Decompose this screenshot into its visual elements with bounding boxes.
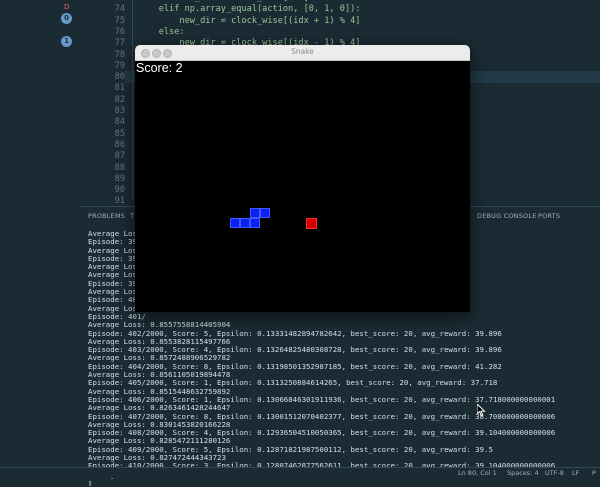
line-number: 89 [114, 173, 125, 184]
score-label: Score: 2 [136, 61, 183, 75]
line-number: 82 [114, 94, 125, 105]
line-number: 76 [114, 26, 125, 37]
encoding[interactable]: UTF-8 [545, 469, 564, 477]
tab-problems[interactable]: PROBLEMS [88, 212, 125, 220]
line-number-gutter: 7374757677787980818283848586878889909192 [80, 0, 125, 218]
line-number: 86 [114, 139, 125, 150]
snake-segment [260, 208, 270, 218]
window-titlebar[interactable]: Snake [135, 45, 470, 61]
snake-segment [230, 218, 240, 228]
line-number: 77 [114, 38, 125, 49]
terminal-line: ▯ [88, 477, 93, 487]
line-number: 78 [114, 49, 125, 60]
line-number: 83 [114, 106, 125, 116]
line-number: 81 [114, 83, 125, 94]
end-of-line[interactable]: LF [572, 469, 579, 477]
snake-segment [240, 218, 250, 228]
line-number: 74 [114, 4, 125, 15]
snake-game-window[interactable]: Snake Score: 2 [135, 45, 470, 312]
notification-letter: D [64, 3, 70, 11]
tab-terminal[interactable]: T [130, 212, 134, 220]
indentation[interactable]: Spaces: 4 [507, 469, 539, 477]
activity-bar: D 0 1 [0, 0, 80, 467]
language-mode[interactable]: P [592, 469, 596, 477]
line-number: 75 [114, 15, 125, 26]
line-number: 88 [114, 162, 125, 173]
food-pellet [306, 218, 317, 229]
line-number: 79 [114, 60, 125, 71]
code-line: elif np.array_equal(action, [0, 1, 0]): [138, 4, 361, 15]
line-number: 85 [114, 128, 125, 139]
code-line: new_dir = clock_wise[(idx + 1) % 4] [138, 15, 361, 26]
indent-guide [132, 0, 133, 200]
badge-count[interactable]: 1 [61, 36, 72, 47]
line-number: 84 [114, 117, 125, 128]
status-bar: Ln 80, Col 1 Spaces: 4 UTF-8 LF P [0, 467, 600, 478]
code-line: else: [138, 26, 185, 37]
snake-segment [250, 208, 260, 218]
window-title: Snake [291, 47, 314, 56]
tab-debug-console[interactable]: DEBUG CONSOLE [477, 212, 537, 220]
line-number: 90 [114, 185, 125, 196]
snake-segment [250, 218, 260, 228]
line-number: 87 [114, 151, 125, 162]
tab-ports[interactable]: PORTS [538, 212, 560, 220]
badge-count[interactable]: 0 [61, 13, 72, 24]
line-number: 80 [114, 72, 125, 83]
cursor-position[interactable]: Ln 80, Col 1 [458, 469, 497, 477]
